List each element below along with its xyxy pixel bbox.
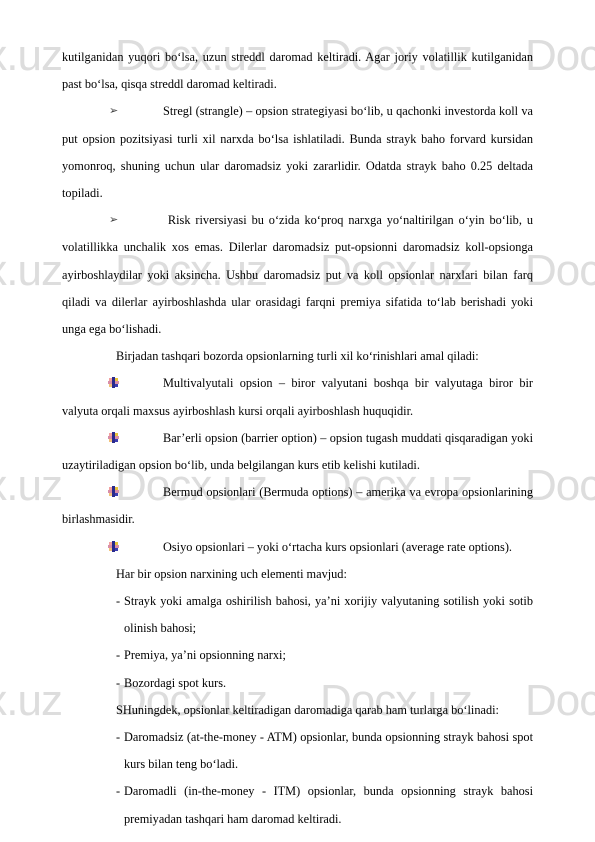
arrow-bullet-icon: ➢ (109, 213, 119, 227)
dash-bullet-icon: - (116, 730, 121, 745)
plus-bullet-icon (108, 486, 163, 498)
paragraph: SHuningdek, opsionlar keltiradigan darom… (116, 702, 499, 717)
list-item-text: Strayk yoki amalga oshirilish bahosi, ya… (124, 594, 533, 636)
watermark-text: Docx.uz (525, 461, 595, 510)
plus-bullet-glyph (108, 540, 119, 552)
list-item-text: Bozordagi spot kurs. (124, 675, 227, 690)
plus-bullet-icon (108, 377, 163, 389)
list-item-text: Bar’erli opsion (barrier option) – opsio… (62, 430, 533, 473)
watermark-text: Docx.uz (525, 31, 595, 80)
dash-bullet-icon: - (116, 675, 121, 690)
plus-bullet-glyph (108, 377, 119, 389)
plus-bullet-icon (108, 540, 163, 552)
list-item-text: Premiya, ya’ni opsionning narxi; (124, 648, 286, 663)
list-item-dash: - Premiya, ya’ni opsionning narxi; (62, 642, 533, 669)
plus-bullet-glyph (108, 486, 119, 498)
dash-bullet-icon: - (116, 594, 121, 609)
document-page: Docx.uzDocx.uzDocx.uzDocx.uz Docx.uzDocx… (0, 0, 595, 842)
list-item-dash: - Daromadsiz (at-the-money - ATM) opsionl… (62, 724, 533, 778)
paragraph: Har bir opsion narxining uch elementi ma… (116, 566, 347, 581)
list-item-plus: Bar’erli opsion (barrier option) – opsio… (62, 425, 533, 479)
list-item-plus: Multivalyutali opsion – biror valyutani … (62, 370, 533, 424)
list-item-text: Osiyo opsionlari – yoki o‘rtacha kurs op… (163, 539, 513, 554)
list-item-plus: Osiyo opsionlari – yoki o‘rtacha kurs op… (62, 534, 533, 561)
paragraph: kutilganidan yuqori bo‘lsa, uzun streddl… (62, 50, 533, 92)
list-item-arrow: ➢ Stregl (strangle) – opsion strategiyasi… (62, 98, 533, 207)
plus-bullet-icon (108, 431, 163, 443)
dash-bullet-icon: - (116, 648, 121, 663)
document-body: kutilganidan yuqori bo‘lsa, uzun streddl… (62, 44, 533, 833)
list-item-plus: Bermud opsionlari (Bermuda options) – am… (62, 479, 533, 533)
plus-bullet-glyph (108, 431, 119, 443)
list-item-text: Multivalyutali opsion – biror valyutani … (62, 376, 533, 418)
list-item-arrow: ➢ Risk riversiyasi bu o‘zida ko‘proq nar… (62, 207, 533, 343)
list-item-text: Bermud opsionlari (Bermuda options) – am… (62, 485, 533, 527)
dash-bullet-icon: - (116, 784, 121, 799)
list-item-dash: - Strayk yoki amalga oshirilish bahosi, y… (62, 588, 533, 642)
list-item-text: Daromadsiz (at-the-money - ATM) opsionla… (124, 730, 533, 772)
arrow-bullet-icon: ➢ (109, 104, 119, 118)
list-item-text: Daromadli (in-the-money - ITM) opsionlar… (124, 784, 533, 826)
list-item-dash: - Daromadli (in-the-money - ITM) opsionla… (62, 778, 533, 832)
list-item-dash: - Bozordagi spot kurs. (62, 670, 533, 697)
watermark-text: Docx.uz (525, 676, 595, 725)
watermark-text: Docx.uz (525, 246, 595, 295)
paragraph: Birjadan tashqari bozorda opsionlarning … (116, 349, 479, 364)
